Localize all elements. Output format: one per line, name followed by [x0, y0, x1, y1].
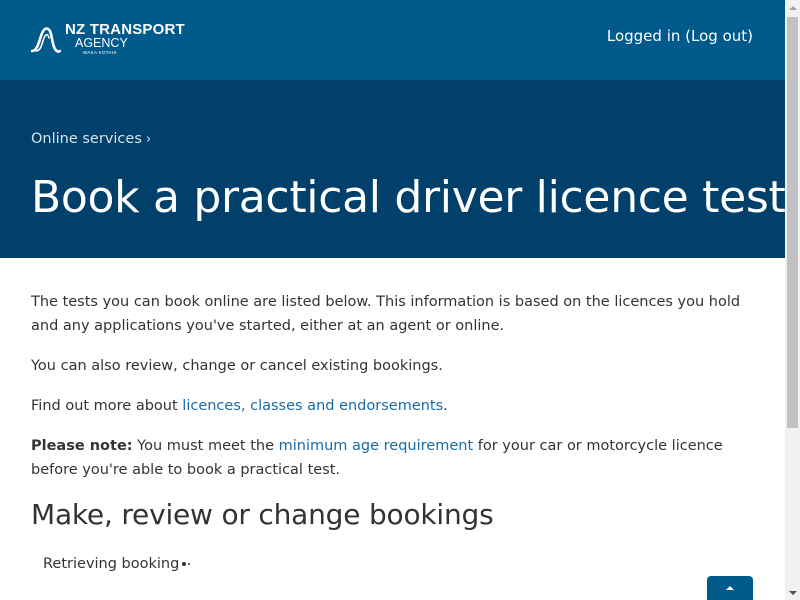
nzta-logo[interactable]: NZ TRANSPORT AGENCY WAKA KOTAHI [31, 22, 185, 55]
breadcrumb-separator: › [145, 132, 152, 147]
review-paragraph: You can also review, change or cancel ex… [31, 358, 443, 374]
logo-line-3: WAKA KOTAHI [83, 49, 117, 55]
logout-link[interactable]: (Log out) [685, 27, 753, 45]
logged-in-label: Logged in [606, 27, 681, 45]
find-out-more-paragraph: Find out more about licences, classes an… [31, 394, 756, 418]
loading-spinner-icon [182, 562, 192, 566]
loading-status: Retrieving booking [43, 556, 192, 572]
section-title: Make, review or change bookings [31, 498, 494, 531]
breadcrumb-online-services[interactable]: Online services [31, 131, 142, 147]
logo-line-2: AGENCY [75, 36, 128, 50]
page: NZ TRANSPORT AGENCY WAKA KOTAHI Logged i… [0, 0, 785, 600]
find-out-more-end: . [443, 398, 448, 414]
logo-line-1: NZ TRANSPORT [65, 21, 185, 38]
user-status: Logged in (Log out) [607, 27, 753, 45]
nzta-swoosh-logo-icon [31, 27, 61, 53]
please-note-text: You must meet the [132, 438, 279, 454]
page-hero: Online services › Book a practical driver… [0, 80, 785, 258]
scrollbar-thumb[interactable] [787, 17, 798, 428]
scroll-down-arrow-icon[interactable] [785, 585, 800, 600]
vertical-scrollbar[interactable] [785, 0, 800, 600]
back-to-top-button[interactable] [707, 576, 753, 600]
loading-dot [182, 562, 187, 566]
logo-wordmark: NZ TRANSPORT AGENCY WAKA KOTAHI [65, 22, 185, 55]
minimum-age-link[interactable]: minimum age requirement [279, 438, 474, 454]
licences-classes-link[interactable]: licences, classes and endorsements [182, 398, 443, 414]
scroll-up-arrow-icon[interactable] [785, 0, 800, 15]
loading-dot [188, 563, 191, 565]
please-note-label: Please note: [31, 438, 133, 454]
find-out-more-text: Find out more about [31, 398, 183, 414]
please-note-paragraph: Please note: You must meet the minimum a… [31, 434, 756, 482]
intro-paragraph: The tests you can book online are listed… [31, 294, 741, 334]
caret-up-icon [726, 586, 734, 590]
site-header: NZ TRANSPORT AGENCY WAKA KOTAHI Logged i… [0, 0, 785, 80]
main-content: The tests you can book online are listed… [31, 290, 756, 531]
page-title: Book a practical driver licence test [31, 172, 785, 223]
loading-text: Retrieving booking [43, 556, 180, 572]
breadcrumb: Online services › [31, 131, 151, 147]
